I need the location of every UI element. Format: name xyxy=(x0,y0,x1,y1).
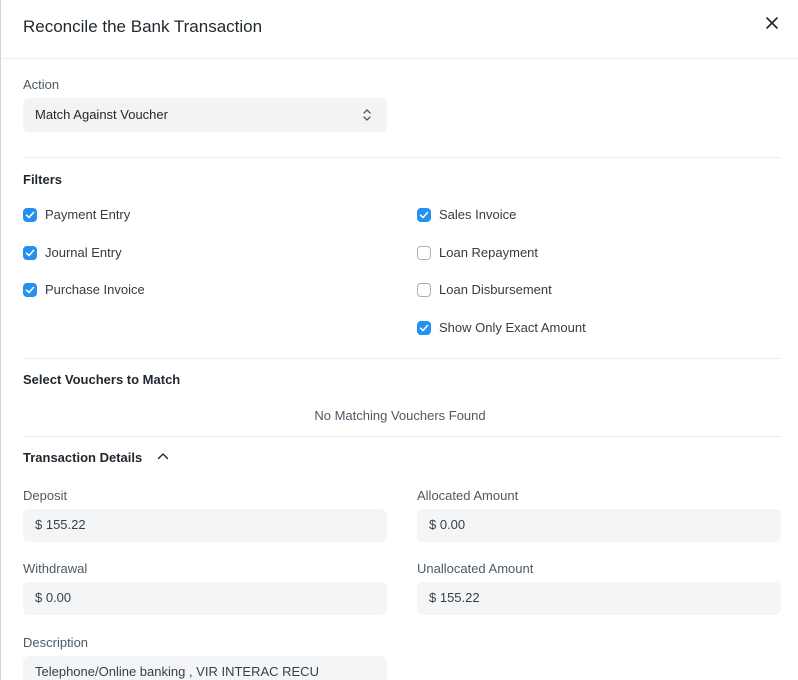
checkbox[interactable] xyxy=(417,321,431,335)
unallocated-amount-field: $ 155.22 xyxy=(417,582,781,615)
checkmark-icon xyxy=(25,286,35,294)
checkbox-label: Payment Entry xyxy=(45,207,131,222)
action-select-value: Match Against Voucher xyxy=(35,107,168,122)
checkmark-icon xyxy=(419,211,429,219)
allocated-amount-label: Allocated Amount xyxy=(417,488,519,503)
action-select[interactable]: Match Against Voucher xyxy=(23,98,387,132)
vouchers-title: Select Vouchers to Match xyxy=(23,372,181,387)
transaction-details-title[interactable]: Transaction Details xyxy=(23,450,142,465)
description-label: Description xyxy=(23,635,89,650)
chevron-up-icon[interactable] xyxy=(156,449,170,463)
withdrawal-label: Withdrawal xyxy=(23,561,88,576)
action-label: Action xyxy=(23,77,60,92)
dialog-title: Reconcile the Bank Transaction xyxy=(23,17,263,36)
close-button[interactable] xyxy=(761,12,783,34)
checkbox[interactable] xyxy=(23,208,37,222)
deposit-value: $ 155.22 xyxy=(35,517,86,532)
unallocated-amount-value: $ 155.22 xyxy=(429,590,480,605)
checkmark-icon xyxy=(419,324,429,332)
description-value: Telephone/Online banking , VIR INTERAC R… xyxy=(35,664,319,679)
reconcile-dialog: Reconcile the Bank Transaction Action Ma… xyxy=(0,0,798,680)
allocated-amount-value: $ 0.00 xyxy=(429,517,466,532)
allocated-amount-field: $ 0.00 xyxy=(417,509,781,542)
checkmark-icon xyxy=(25,211,35,219)
checkbox[interactable] xyxy=(417,283,431,297)
divider xyxy=(23,358,781,359)
dialog-header: Reconcile the Bank Transaction xyxy=(1,0,798,59)
filters-title: Filters xyxy=(23,172,63,187)
divider xyxy=(23,157,781,158)
checkbox[interactable] xyxy=(417,246,431,260)
checkbox[interactable] xyxy=(417,208,431,222)
withdrawal-field: $ 0.00 xyxy=(23,582,387,615)
close-icon xyxy=(766,17,778,29)
deposit-label: Deposit xyxy=(23,488,68,503)
withdrawal-value: $ 0.00 xyxy=(35,590,72,605)
deposit-field: $ 155.22 xyxy=(23,509,387,542)
description-field: Telephone/Online banking , VIR INTERAC R… xyxy=(23,656,387,680)
checkbox[interactable] xyxy=(23,246,37,260)
checkbox[interactable] xyxy=(23,283,37,297)
checkbox-label: Purchase Invoice xyxy=(45,282,145,297)
checkmark-icon xyxy=(25,249,35,257)
checkbox-label: Loan Repayment xyxy=(439,245,539,260)
checkbox-label: Journal Entry xyxy=(45,245,122,260)
checkbox-label: Sales Invoice xyxy=(439,207,517,222)
checkbox-label: Show Only Exact Amount xyxy=(439,320,586,335)
select-arrows-icon xyxy=(363,109,371,121)
unallocated-amount-label: Unallocated Amount xyxy=(417,561,534,576)
no-vouchers-message: No Matching Vouchers Found xyxy=(314,408,486,423)
divider xyxy=(23,436,781,437)
checkbox-label: Loan Disbursement xyxy=(439,282,552,297)
